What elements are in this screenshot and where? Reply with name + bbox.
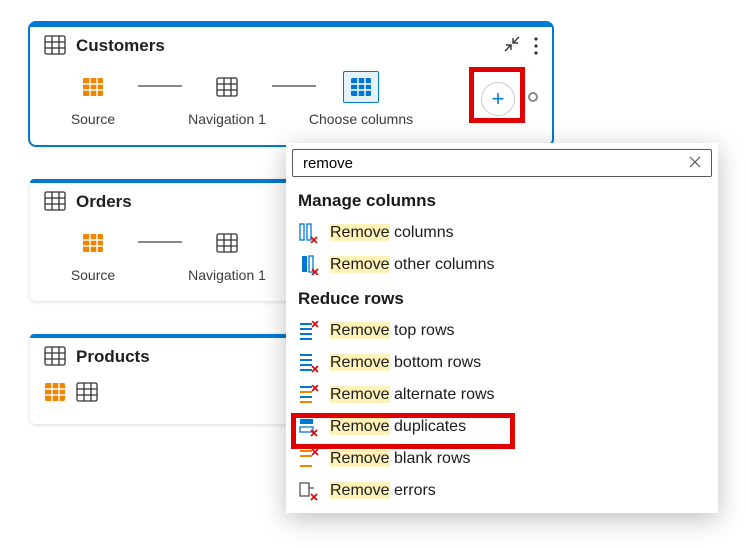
menu-item-remove-blank-rows[interactable]: Remove blank rows: [286, 443, 718, 475]
menu-item-remove-columns[interactable]: Remove columns: [286, 217, 718, 249]
step-navigation-1[interactable]: Navigation 1: [182, 71, 272, 127]
connector-line: [138, 241, 182, 243]
more-icon[interactable]: [534, 37, 538, 55]
step-choose-columns[interactable]: Choose columns: [316, 71, 406, 127]
action-menu: Manage columns Remove columns Remove oth…: [286, 143, 718, 513]
table-icon: [44, 35, 66, 57]
remove-columns-icon: [298, 223, 320, 243]
remove-duplicates-icon: [298, 417, 320, 437]
step-source[interactable]: Source: [48, 227, 138, 283]
menu-item-label: Remove errors: [330, 482, 436, 500]
menu-item-label: Remove bottom rows: [330, 354, 481, 372]
card-title: Orders: [76, 192, 132, 212]
menu-item-label: Remove alternate rows: [330, 386, 495, 404]
menu-item-label: Remove duplicates: [330, 418, 466, 436]
menu-item-remove-bottom-rows[interactable]: Remove bottom rows: [286, 347, 718, 379]
card-title: Products: [76, 347, 150, 367]
connector-node[interactable]: [528, 92, 538, 102]
table-outline-icon: [76, 382, 98, 406]
connector-line: [272, 85, 316, 87]
connector-line: [138, 85, 182, 87]
card-title: Customers: [76, 36, 165, 56]
step-source[interactable]: Source: [48, 71, 138, 127]
menu-section-manage-columns: Manage columns: [286, 183, 718, 217]
menu-item-remove-duplicates[interactable]: Remove duplicates: [286, 411, 718, 443]
menu-item-remove-other-columns[interactable]: Remove other columns: [286, 249, 718, 281]
add-step-button[interactable]: +: [481, 82, 515, 116]
remove-blank-rows-icon: [298, 449, 320, 469]
step-navigation-1[interactable]: Navigation 1: [182, 227, 272, 283]
table-icon: [44, 191, 66, 213]
menu-item-remove-top-rows[interactable]: Remove top rows: [286, 315, 718, 347]
clear-search-icon[interactable]: [688, 153, 702, 174]
table-orange-icon: [44, 382, 66, 406]
remove-errors-icon: [298, 481, 320, 501]
menu-item-remove-errors[interactable]: Remove errors: [286, 475, 718, 507]
menu-item-remove-alternate-rows[interactable]: Remove alternate rows: [286, 379, 718, 411]
menu-item-label: Remove top rows: [330, 322, 455, 340]
remove-bottom-rows-icon: [298, 353, 320, 373]
remove-other-columns-icon: [298, 255, 320, 275]
search-input[interactable]: [292, 149, 712, 177]
menu-item-label: Remove other columns: [330, 256, 495, 274]
menu-item-label: Remove blank rows: [330, 450, 471, 468]
menu-item-label: Remove columns: [330, 224, 454, 242]
menu-section-reduce-rows: Reduce rows: [286, 281, 718, 315]
query-card-customers[interactable]: Customers Source Navigation 1 Choose col…: [30, 23, 552, 145]
collapse-icon[interactable]: [504, 36, 520, 57]
table-icon: [44, 346, 66, 368]
remove-alt-rows-icon: [298, 385, 320, 405]
remove-top-rows-icon: [298, 321, 320, 341]
